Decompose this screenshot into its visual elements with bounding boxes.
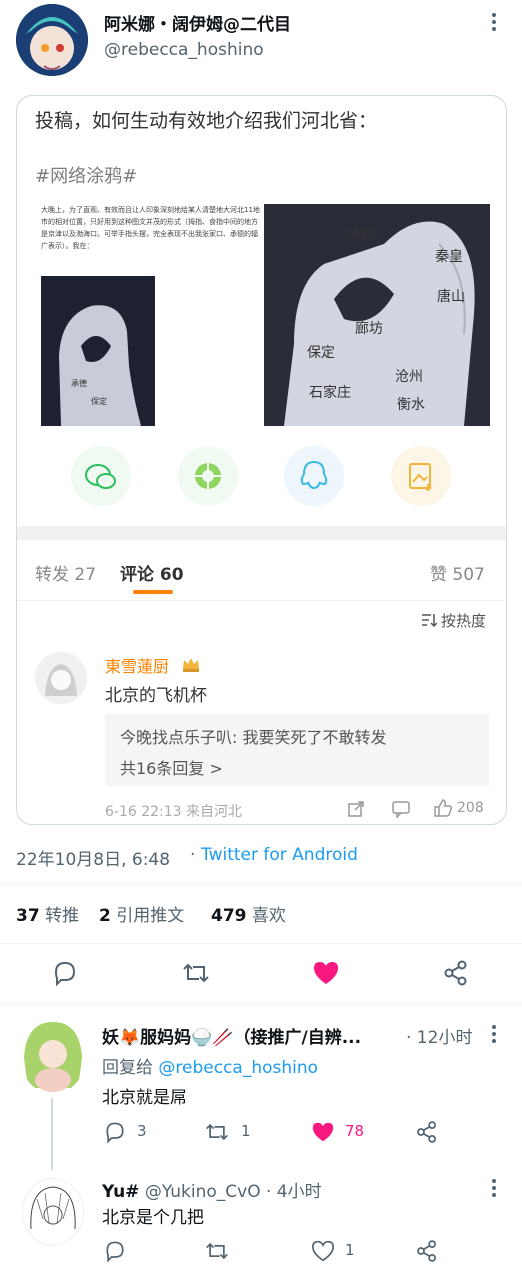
stats-divider-bottom <box>0 943 522 944</box>
share-icon[interactable] <box>442 959 470 987</box>
reply1-display-name[interactable]: 妖🦊服妈妈🍚🥢（接推广/自辨... <box>102 1023 407 1048</box>
reply2-avatar[interactable] <box>22 1178 84 1246</box>
hand-photo-large <box>264 204 490 426</box>
reply2-time: · 4小时 <box>266 1182 322 1202</box>
reply1-replying-to: 回复给 @rebecca_hoshino <box>102 1053 318 1078</box>
retweets-count: 37 <box>16 906 40 926</box>
likes-count: 479 <box>211 906 247 926</box>
stats-divider-top <box>0 883 522 884</box>
reply-preview-text: 今晚找点乐子叭: 我要笑死了不敢转发 <box>120 728 387 747</box>
post-question: 投稿，如何生动有效地介绍我们河北省： <box>35 110 378 132</box>
hand-photo-small: 承德 保定 <box>41 276 155 426</box>
post-paragraph: 大晚上，为了直观、有效而且让人印象深刻地给某人清楚地大河北11地市的相对位置，只… <box>41 206 260 250</box>
reply2-author[interactable]: Yu# @Yukino_CvO · 4小时 <box>102 1177 322 1202</box>
reply2-retweet-icon[interactable] <box>204 1239 230 1263</box>
reply1-heart-icon[interactable] <box>311 1121 335 1143</box>
author-display-name[interactable]: 阿米娜・阔伊姆@二代目 <box>104 10 291 35</box>
quotes-label: 引用推文 <box>116 906 185 926</box>
hand-label-cangzhou: 沧州 <box>395 369 423 385</box>
sort-icon[interactable] <box>421 612 437 628</box>
author-handle[interactable]: @rebecca_hoshino <box>104 40 264 60</box>
quotes-count: 2 <box>99 906 111 926</box>
commenter-name[interactable]: 東雪蓮厨 <box>105 653 169 677</box>
tab-likes[interactable]: 赞 507 <box>430 560 485 585</box>
timestamp-separator: · <box>190 845 196 865</box>
qq-icon[interactable] <box>284 446 344 506</box>
reply-thread-line <box>51 1098 53 1170</box>
like-icon[interactable] <box>433 798 453 818</box>
reply1-like-count: 78 <box>345 1122 365 1140</box>
reply1-text: 北京就是屌 <box>102 1088 187 1108</box>
hand-label-hengshui: 衡水 <box>397 397 425 413</box>
reply1-more-icon[interactable] <box>490 1024 498 1044</box>
hand-label-shijiazhuang: 石家庄 <box>309 385 351 401</box>
reply1-share-icon[interactable] <box>415 1120 439 1144</box>
comment-text: 北京的飞机杯 <box>105 686 207 706</box>
quotes-stat[interactable]: 2 引用推文 <box>99 901 184 926</box>
hand-label-tangshan: 唐山 <box>437 289 465 305</box>
comment-meta: 6-16 22:13 来自河北 <box>105 804 243 820</box>
hand-label-chengde: 承德 <box>347 227 375 243</box>
retweets-stat[interactable]: 37 转推 <box>16 901 79 926</box>
svg-text:保定: 保定 <box>91 396 107 406</box>
replies-divider <box>0 1004 522 1005</box>
hand-label-qinhuang: 秦皇 <box>435 249 463 265</box>
reply2-more-icon[interactable] <box>490 1178 498 1198</box>
crown-badge-icon <box>181 655 201 673</box>
reply2-heart-icon[interactable] <box>311 1240 335 1262</box>
retweets-label: 转推 <box>45 906 80 926</box>
commenter-avatar[interactable] <box>35 652 87 704</box>
tabs-divider <box>17 600 506 601</box>
reply2-like-count: 1 <box>345 1241 355 1259</box>
reply1-avatar[interactable] <box>20 1018 86 1094</box>
likes-stat[interactable]: 479 喜欢 <box>211 901 286 926</box>
post-hashtag: #网络涂鸦# <box>35 166 138 187</box>
reply1-reply-icon[interactable] <box>103 1120 127 1144</box>
moments-icon[interactable] <box>178 446 238 506</box>
comment-like-count: 208 <box>457 800 484 816</box>
reply1-reply-count: 3 <box>137 1122 147 1140</box>
more-icon[interactable] <box>490 12 498 32</box>
tab-active-underline <box>133 590 173 594</box>
comment-icon[interactable] <box>391 800 411 818</box>
author-avatar[interactable] <box>16 4 88 76</box>
tweet-source-link[interactable]: Twitter for Android <box>201 845 358 865</box>
save-image-icon[interactable] <box>391 446 451 506</box>
tweet-timestamp[interactable]: 22年10月8日, 6:48 <box>16 845 170 870</box>
retweet-icon[interactable] <box>181 959 211 987</box>
replies-link[interactable]: 共16条回复 > <box>120 755 223 779</box>
likes-label: 喜欢 <box>251 906 286 926</box>
wechat-icon[interactable] <box>71 446 131 506</box>
reply2-reply-icon[interactable] <box>103 1239 127 1263</box>
tab-comments[interactable]: 评论 60 <box>120 560 184 585</box>
hand-label-langfang: 廊坊 <box>355 321 383 337</box>
sort-label[interactable]: 按热度 <box>441 610 486 631</box>
reply2-display-name: Yu# <box>102 1182 140 1202</box>
reply-to-label: 回复给 <box>102 1058 153 1078</box>
reply1-retweet-count: 1 <box>241 1122 251 1140</box>
reply2-text: 北京是个几把 <box>102 1208 204 1228</box>
reply2-share-icon[interactable] <box>415 1239 439 1263</box>
embedded-image-card[interactable]: 投稿，如何生动有效地介绍我们河北省： #网络涂鸦# 大晚上，为了直观、有效而且让… <box>16 95 507 825</box>
reply2-handle: @Yukino_CvO <box>144 1182 261 1202</box>
share-icon[interactable] <box>347 800 365 818</box>
reply-to-handle[interactable]: @rebecca_hoshino <box>158 1058 318 1078</box>
reply1-time[interactable]: · 12小时 <box>406 1023 472 1048</box>
tab-repost[interactable]: 转发 27 <box>35 560 96 585</box>
reply-icon[interactable] <box>51 959 79 987</box>
section-divider <box>17 526 506 540</box>
hand-label-baoding: 保定 <box>307 345 335 361</box>
reply1-retweet-icon[interactable] <box>204 1120 230 1144</box>
like-heart-icon[interactable] <box>312 960 340 986</box>
svg-text:承德: 承德 <box>71 378 87 388</box>
